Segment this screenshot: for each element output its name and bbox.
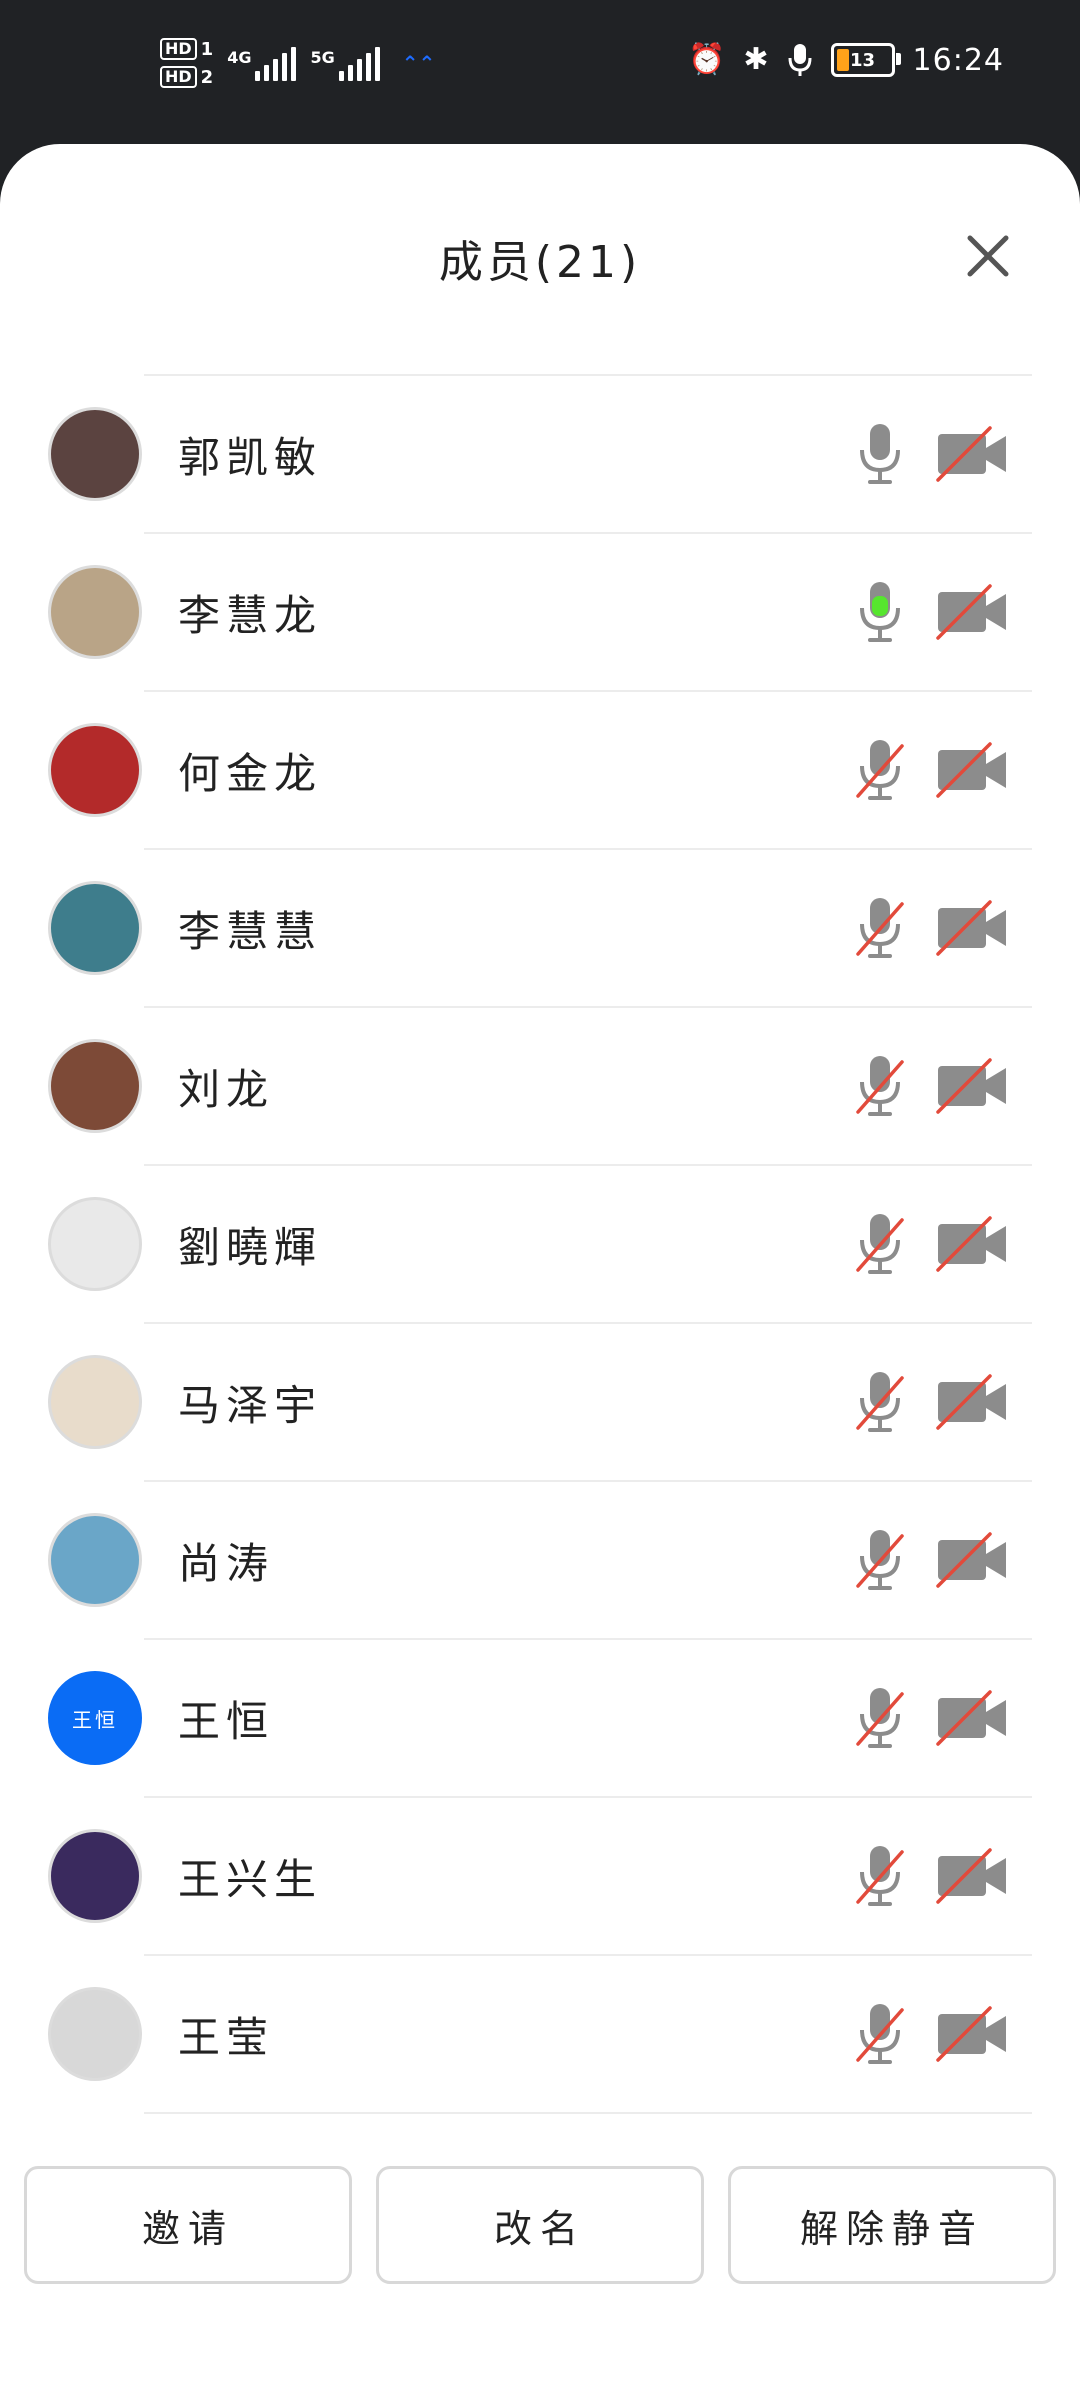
hd-2: HD 2 [160, 66, 213, 88]
action-buttons: 邀请 改名 解除静音 [24, 2166, 1056, 2284]
hd-label: HD [160, 66, 197, 88]
avatar [48, 881, 142, 975]
invite-button[interactable]: 邀请 [24, 2166, 352, 2284]
unmute-button[interactable]: 解除静音 [728, 2166, 1056, 2284]
member-name: 王恒 [178, 1696, 275, 1746]
battery-level: 13 [850, 49, 876, 71]
avatar [48, 723, 142, 817]
member-row[interactable]: 王兴生 [0, 1798, 1080, 1954]
member-name: 李慧慧 [178, 906, 323, 956]
mic-muted-icon[interactable] [852, 1528, 908, 1592]
avatar [48, 1039, 142, 1133]
member-name: 尚涛 [178, 1538, 275, 1588]
member-row[interactable]: 刘龙 [0, 1008, 1080, 1164]
camera-off-icon[interactable] [934, 1216, 1010, 1272]
app-notification-icon: ⌃⌃ [401, 51, 436, 75]
hd-num: 1 [200, 38, 214, 60]
hd-indicators: HD 1 HD 2 [160, 38, 213, 88]
status-left: HD 1 HD 2 4G 5G ⌃⌃ [160, 38, 435, 88]
camera-off-icon[interactable] [934, 426, 1010, 482]
mic-muted-icon[interactable] [852, 738, 908, 802]
member-name: 李慧龙 [178, 590, 323, 640]
camera-off-icon[interactable] [934, 742, 1010, 798]
signal-4g-icon: 4G [227, 45, 297, 81]
network-label: 4G [227, 48, 252, 67]
mic-muted-icon[interactable] [852, 1212, 908, 1276]
battery-icon: 13 [830, 43, 901, 77]
sheet-title: 成员(21) [438, 237, 642, 288]
network-label: 5G [310, 48, 335, 67]
rename-button[interactable]: 改名 [376, 2166, 704, 2284]
avatar [48, 1355, 142, 1449]
close-icon [967, 235, 1009, 277]
camera-off-icon[interactable] [934, 1058, 1010, 1114]
member-name: 刘龙 [178, 1064, 275, 1114]
camera-off-icon[interactable] [934, 1532, 1010, 1588]
status-bar: HD 1 HD 2 4G 5G ⌃⌃ ⏰ ✱ 13 16:24 [0, 0, 1080, 140]
member-row[interactable]: 尚涛 [0, 1482, 1080, 1638]
avatar [48, 1197, 142, 1291]
mic-muted-icon[interactable] [852, 1686, 908, 1750]
member-name: 何金龙 [178, 748, 323, 798]
member-name: 王兴生 [178, 1854, 323, 1904]
camera-off-icon[interactable] [934, 900, 1010, 956]
mic-speaking-icon[interactable] [852, 580, 908, 644]
camera-off-icon[interactable] [934, 584, 1010, 640]
member-name: 马泽宇 [178, 1380, 323, 1430]
status-right: ⏰ ✱ 13 16:24 [688, 42, 1004, 78]
avatar: 王恒 [48, 1671, 142, 1765]
member-list: 郭凯敏李慧龙何金龙李慧慧刘龙劉曉輝马泽宇尚涛王恒 王恒王兴生王莹 [0, 374, 1080, 2114]
hd-label: HD [160, 38, 197, 60]
avatar [48, 407, 142, 501]
member-row[interactable]: 李慧慧 [0, 850, 1080, 1006]
mic-muted-icon[interactable] [852, 1370, 908, 1434]
member-name: 郭凯敏 [178, 432, 323, 482]
camera-off-icon[interactable] [934, 1374, 1010, 1430]
member-name: 劉曉輝 [178, 1222, 323, 1272]
mic-muted-icon[interactable] [852, 1054, 908, 1118]
divider [144, 2112, 1032, 2114]
mic-muted-icon[interactable] [852, 896, 908, 960]
signal-5g-icon: 5G [310, 45, 380, 81]
member-row[interactable]: 劉曉輝 [0, 1166, 1080, 1322]
hd-num: 2 [200, 66, 214, 88]
avatar [48, 565, 142, 659]
microphone-icon[interactable] [852, 422, 908, 486]
avatar-initials: 王恒 [72, 1707, 118, 1732]
member-row[interactable]: 郭凯敏 [0, 376, 1080, 532]
mic-muted-icon[interactable] [852, 1844, 908, 1908]
members-sheet: 成员(21) 郭凯敏李慧龙何金龙李慧慧刘龙劉曉輝马泽宇尚涛王恒 王恒王兴生王莹 邀… [0, 144, 1080, 2400]
alarm-icon: ⏰ [688, 42, 726, 77]
microphone-status-icon [788, 44, 812, 76]
avatar [48, 1513, 142, 1607]
bluetooth-icon: ✱ [743, 42, 769, 77]
hd-1: HD 1 [160, 38, 213, 60]
clock: 16:24 [912, 42, 1004, 78]
avatar [48, 1987, 142, 2081]
camera-off-icon[interactable] [934, 2006, 1010, 2062]
member-row[interactable]: 马泽宇 [0, 1324, 1080, 1480]
member-row[interactable]: 李慧龙 [0, 534, 1080, 690]
member-name: 王莹 [178, 2012, 275, 2062]
camera-off-icon[interactable] [934, 1848, 1010, 1904]
camera-off-icon[interactable] [934, 1690, 1010, 1746]
member-row[interactable]: 何金龙 [0, 692, 1080, 848]
mic-muted-icon[interactable] [852, 2002, 908, 2066]
avatar [48, 1829, 142, 1923]
member-row[interactable]: 王莹 [0, 1956, 1080, 2112]
close-button[interactable] [956, 224, 1020, 288]
member-row[interactable]: 王恒 王恒 [0, 1640, 1080, 1796]
